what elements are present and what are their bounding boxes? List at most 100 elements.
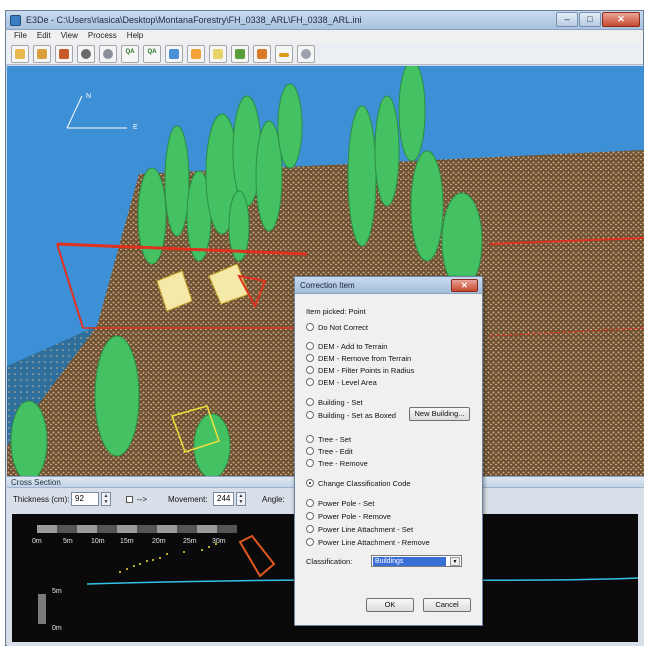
radio-icon <box>306 447 314 455</box>
hand-icon[interactable] <box>253 44 271 63</box>
toolbar: QA QA <box>6 43 643 65</box>
title-bar: E3De - C:\Users\rlasica\Desktop\MontanaF… <box>6 11 643 30</box>
option-do-not-correct[interactable]: Do Not Correct <box>306 322 368 332</box>
option-dem-remove[interactable]: DEM - Remove from Terrain <box>306 353 411 363</box>
chevron-down-icon[interactable]: ▼ <box>450 557 460 566</box>
document-icon[interactable] <box>209 44 227 63</box>
option-power-line-remove[interactable]: Power Line Attachment - Remove <box>306 537 430 547</box>
option-dem-level[interactable]: DEM - Level Area <box>306 377 377 387</box>
correction-item-dialog: Correction Item ✕ Item picked: Point Do … <box>294 276 483 626</box>
radio-icon <box>306 411 314 419</box>
radio-icon <box>306 398 314 406</box>
maximize-button[interactable]: □ <box>579 12 601 27</box>
radio-icon <box>306 378 314 386</box>
option-power-pole-remove[interactable]: Power Pole - Remove <box>306 511 391 521</box>
dialog-close-button[interactable]: ✕ <box>451 279 478 292</box>
option-label: Power Pole - Set <box>318 498 375 508</box>
option-label: Building - Set <box>318 397 363 407</box>
height-label-bottom: 0m <box>52 625 62 632</box>
thickness-input[interactable]: 92 <box>71 492 99 506</box>
arrow-label: --> <box>137 495 147 504</box>
option-building-set[interactable]: Building - Set <box>306 397 363 407</box>
window-controls: – □ ✕ <box>556 12 640 29</box>
save-icon[interactable] <box>33 44 51 63</box>
window-title: E3De - C:\Users\rlasica\Desktop\MontanaF… <box>26 15 362 25</box>
option-label: DEM - Filter Points in Radius <box>318 365 415 375</box>
radio-icon <box>306 499 314 507</box>
menu-edit[interactable]: Edit <box>33 30 57 43</box>
radio-icon <box>306 342 314 350</box>
option-tree-set[interactable]: Tree - Set <box>306 434 351 444</box>
gear-icon[interactable] <box>99 44 117 63</box>
option-label: Power Line Attachment - Remove <box>318 537 430 547</box>
radio-selected-icon <box>306 479 314 487</box>
orange-panel-icon[interactable] <box>187 44 205 63</box>
thickness-stepper[interactable]: ▲ ▼ <box>101 492 111 506</box>
point-samples <box>119 543 217 573</box>
thickness-label: Thickness (cm): <box>13 495 70 504</box>
option-label: Tree - Set <box>318 434 352 444</box>
movement-input[interactable]: 244 <box>213 492 234 506</box>
classification-value: Buildings <box>373 557 446 566</box>
option-label: Power Pole - Remove <box>318 511 391 521</box>
qa-arrow-icon[interactable]: QA <box>143 44 161 63</box>
close-button[interactable]: ✕ <box>602 12 640 27</box>
app-icon <box>10 15 21 26</box>
movement-label: Movement: <box>168 495 208 504</box>
radio-icon <box>306 538 314 546</box>
new-building-button[interactable]: New Building... <box>409 407 470 421</box>
option-label: Change Classification Code <box>318 478 411 488</box>
tree-icon[interactable] <box>231 44 249 63</box>
option-label: DEM - Level Area <box>318 377 377 387</box>
option-label: Tree - Edit <box>318 446 353 456</box>
angle-label: Angle: <box>262 495 285 504</box>
option-dem-filter[interactable]: DEM - Filter Points in Radius <box>306 365 414 375</box>
minimize-button[interactable]: – <box>556 12 578 27</box>
menu-bar: File Edit View Process Help <box>6 30 643 43</box>
compass-axes <box>66 95 127 129</box>
option-change-classification[interactable]: Change Classification Code <box>306 478 411 488</box>
round-icon[interactable] <box>297 44 315 63</box>
option-building-boxed[interactable]: Building - Set as Boxed <box>306 410 396 420</box>
radio-icon <box>306 525 314 533</box>
open-folder-icon[interactable] <box>11 44 29 63</box>
height-label-top: 5m <box>52 588 62 595</box>
option-label: Tree - Remove <box>318 458 368 468</box>
arrow-checkbox[interactable] <box>126 496 133 503</box>
option-label: Power Line Attachment - Set <box>318 524 414 534</box>
radio-icon <box>306 512 314 520</box>
axis-east-label: E <box>133 124 138 131</box>
option-tree-edit[interactable]: Tree - Edit <box>306 446 353 456</box>
item-picked-label: Item picked: Point <box>306 307 366 316</box>
option-tree-remove[interactable]: Tree - Remove <box>306 458 368 468</box>
dialog-title: Correction Item <box>300 281 355 290</box>
cube-icon[interactable] <box>165 44 183 63</box>
menu-view[interactable]: View <box>57 30 84 43</box>
option-label: DEM - Remove from Terrain <box>318 353 412 363</box>
option-label: Do Not Correct <box>318 322 369 332</box>
menu-process[interactable]: Process <box>84 30 123 43</box>
menu-help[interactable]: Help <box>123 30 149 43</box>
option-label: DEM - Add to Terrain <box>318 341 388 351</box>
radio-icon <box>306 323 314 331</box>
cross-building-outline <box>238 534 276 578</box>
radio-icon <box>306 366 314 374</box>
option-dem-add[interactable]: DEM - Add to Terrain <box>306 341 387 351</box>
menu-file[interactable]: File <box>10 30 33 43</box>
target-icon[interactable] <box>77 44 95 63</box>
radio-icon <box>306 435 314 443</box>
classification-select[interactable]: Buildings ▼ <box>371 555 462 567</box>
classification-label: Classification: <box>306 557 353 566</box>
option-power-pole-set[interactable]: Power Pole - Set <box>306 498 374 508</box>
cancel-button[interactable]: Cancel <box>423 598 471 612</box>
option-power-line-set[interactable]: Power Line Attachment - Set <box>306 524 413 534</box>
radio-icon <box>306 354 314 362</box>
image-icon[interactable] <box>55 44 73 63</box>
radio-icon <box>306 459 314 467</box>
ok-button[interactable]: OK <box>366 598 414 612</box>
movement-stepper[interactable]: ▲ ▼ <box>236 492 246 506</box>
bar-icon[interactable] <box>275 44 293 63</box>
cross-section-title: Cross Section <box>11 478 61 487</box>
qa-icon[interactable]: QA <box>121 44 139 63</box>
dialog-title-bar: Correction Item ✕ <box>295 277 482 294</box>
